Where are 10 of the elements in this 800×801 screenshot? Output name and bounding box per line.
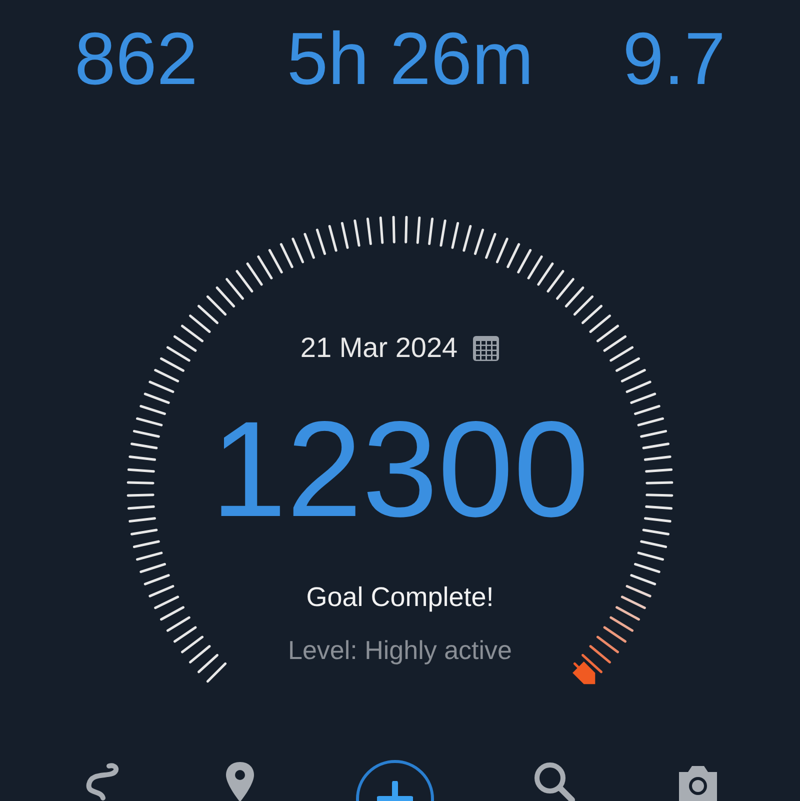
goal-status: Goal Complete! xyxy=(306,582,494,613)
step-count: 12300 xyxy=(210,394,590,544)
level-marker xyxy=(572,662,596,684)
search-icon[interactable] xyxy=(532,760,576,801)
date-label: 21 Mar 2024 xyxy=(300,332,458,364)
activity-level: Level: Highly active xyxy=(288,635,512,666)
stat-value: 9.7 xyxy=(622,16,726,102)
stat-value: 5h 26m xyxy=(286,16,534,102)
stat-value: 862 xyxy=(74,16,198,102)
calendar-icon[interactable] xyxy=(472,334,500,362)
